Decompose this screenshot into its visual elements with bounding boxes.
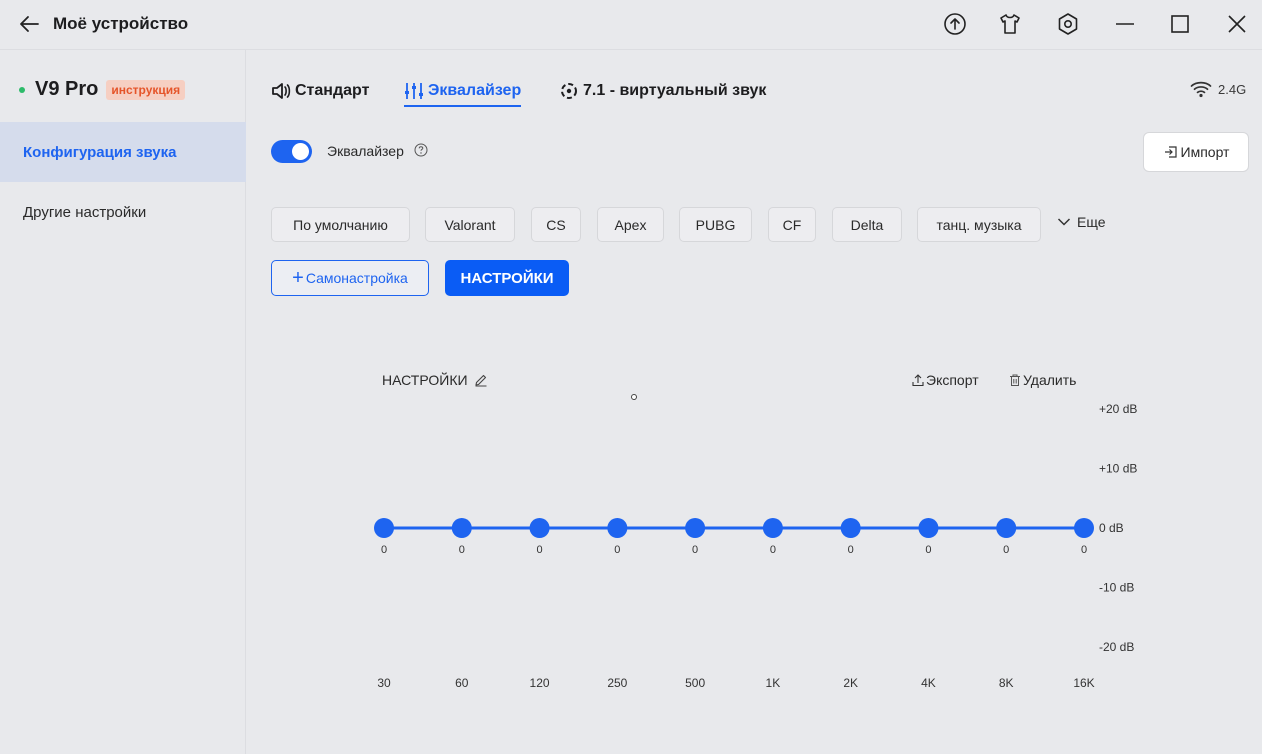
x-tick-label: 60 [455, 676, 469, 690]
custom-preset-label: Самонастройка [305, 270, 408, 286]
help-icon[interactable] [414, 143, 428, 157]
y-tick-label: 0 dB [1099, 521, 1124, 535]
export-button[interactable]: Экспорт [911, 372, 979, 388]
device-header: V9 Pro инструкция [19, 78, 186, 101]
equalizer-toggle-label: Эквалайзер [327, 143, 404, 159]
band-value-label: 0 [848, 544, 854, 556]
band-handle[interactable] [996, 518, 1017, 538]
mouse-cursor [631, 394, 637, 400]
trash-icon [1010, 374, 1020, 386]
edit-icon[interactable] [474, 373, 488, 387]
band-handle[interactable] [918, 518, 939, 538]
export-icon [912, 374, 924, 387]
maximize-icon[interactable] [1168, 12, 1192, 36]
band-value-label: 0 [692, 544, 698, 556]
plus-icon: + [292, 267, 304, 289]
band-handle[interactable] [607, 518, 628, 538]
equalizer-toggle[interactable] [271, 140, 312, 163]
tab-standard-label: Стандарт [295, 82, 370, 99]
custom-preset-button[interactable]: + Самонастройка [271, 260, 429, 296]
minimize-icon[interactable] [1113, 12, 1137, 36]
delete-label: Удалить [1023, 372, 1077, 388]
y-tick-label: +10 dB [1099, 462, 1137, 476]
preset-apex[interactable]: Apex [597, 207, 664, 242]
profile-name: НАСТРОЙКИ [382, 372, 468, 388]
surround-icon [561, 83, 577, 99]
band-value-label: 0 [770, 544, 776, 556]
window-title: Моё устройство [53, 14, 189, 33]
x-tick-label: 30 [377, 676, 391, 690]
wifi-icon [1190, 81, 1212, 98]
preset-cf[interactable]: CF [768, 207, 816, 242]
preset-dance-music[interactable]: танц. музыка [917, 207, 1041, 242]
profile-name-row: НАСТРОЙКИ [382, 372, 488, 388]
sidebar-item-sound-config[interactable]: Конфигурация звука [0, 122, 246, 182]
connection-indicator: 2.4G [1190, 80, 1246, 98]
delete-button[interactable]: Удалить [1008, 372, 1076, 388]
x-tick-label: 120 [530, 676, 550, 690]
x-tick-label: 2K [843, 676, 858, 690]
band-handle[interactable] [374, 518, 394, 538]
preset-delta[interactable]: Delta [832, 207, 902, 242]
preset-valorant[interactable]: Valorant [425, 207, 515, 242]
band-value-label: 0 [614, 544, 620, 556]
back-arrow-icon[interactable] [18, 13, 40, 35]
equalizer-icon [405, 83, 423, 99]
band-handle[interactable] [451, 518, 472, 538]
speaker-icon [272, 83, 291, 99]
y-tick-label: -10 dB [1099, 581, 1134, 595]
y-tick-label: +20 dB [1099, 402, 1137, 416]
settings-preset-button[interactable]: НАСТРОЙКИ [445, 260, 569, 296]
y-tick-label: -20 dB [1099, 640, 1134, 654]
export-label: Экспорт [926, 372, 979, 388]
x-tick-label: 4K [921, 676, 936, 690]
manual-badge[interactable]: инструкция [106, 79, 186, 100]
band-value-label: 0 [1003, 544, 1009, 556]
preset-pubg[interactable]: PUBG [679, 207, 752, 242]
sidebar: V9 Pro инструкция Конфигурация звука Дру… [0, 50, 246, 754]
band-value-label: 0 [1081, 544, 1087, 556]
band-handle[interactable] [762, 518, 783, 538]
upload-icon[interactable] [943, 12, 967, 36]
import-button[interactable]: Импорт [1143, 132, 1249, 172]
x-tick-label: 16K [1073, 676, 1094, 690]
preset-default[interactable]: По умолчанию [271, 207, 410, 242]
band-value-label: 0 [459, 544, 465, 556]
band-value-label: 0 [536, 544, 542, 556]
more-presets-button[interactable]: Еще [1057, 214, 1106, 230]
title-bar: Моё устройство [0, 0, 1262, 50]
band-value-label: 0 [925, 544, 931, 556]
toggle-knob [292, 143, 309, 160]
tab-equalizer-label: Эквалайзер [428, 82, 522, 99]
band-handle[interactable] [840, 518, 861, 538]
chevron-down-icon [1057, 218, 1071, 226]
x-tick-label: 8K [999, 676, 1014, 690]
more-label: Еще [1077, 214, 1106, 230]
connection-status-dot [19, 86, 25, 93]
import-label: Импорт [1180, 144, 1230, 160]
settings-hex-icon[interactable] [1056, 12, 1080, 36]
tab-equalizer[interactable]: Эквалайзер [404, 78, 522, 107]
close-icon[interactable] [1225, 12, 1249, 36]
band-handle[interactable] [685, 518, 706, 538]
band-handle[interactable] [529, 518, 550, 538]
device-name: V9 Pro [35, 78, 99, 100]
import-icon [1164, 146, 1177, 158]
connection-label: 2.4G [1218, 81, 1247, 97]
tab-virtual-surround-label: 7.1 - виртуальный звук [583, 82, 767, 99]
x-tick-label: 250 [607, 676, 627, 690]
tab-virtual-surround[interactable]: 7.1 - виртуальный звук [559, 78, 766, 104]
sidebar-item-other-settings[interactable]: Другие настройки [0, 182, 246, 242]
tab-standard[interactable]: Стандарт [271, 78, 369, 104]
preset-cs[interactable]: CS [531, 207, 581, 242]
x-tick-label: 1K [766, 676, 781, 690]
band-value-label: 0 [381, 544, 387, 556]
x-tick-label: 500 [685, 676, 705, 690]
tshirt-icon[interactable] [998, 12, 1022, 36]
band-handle[interactable] [1074, 518, 1094, 538]
